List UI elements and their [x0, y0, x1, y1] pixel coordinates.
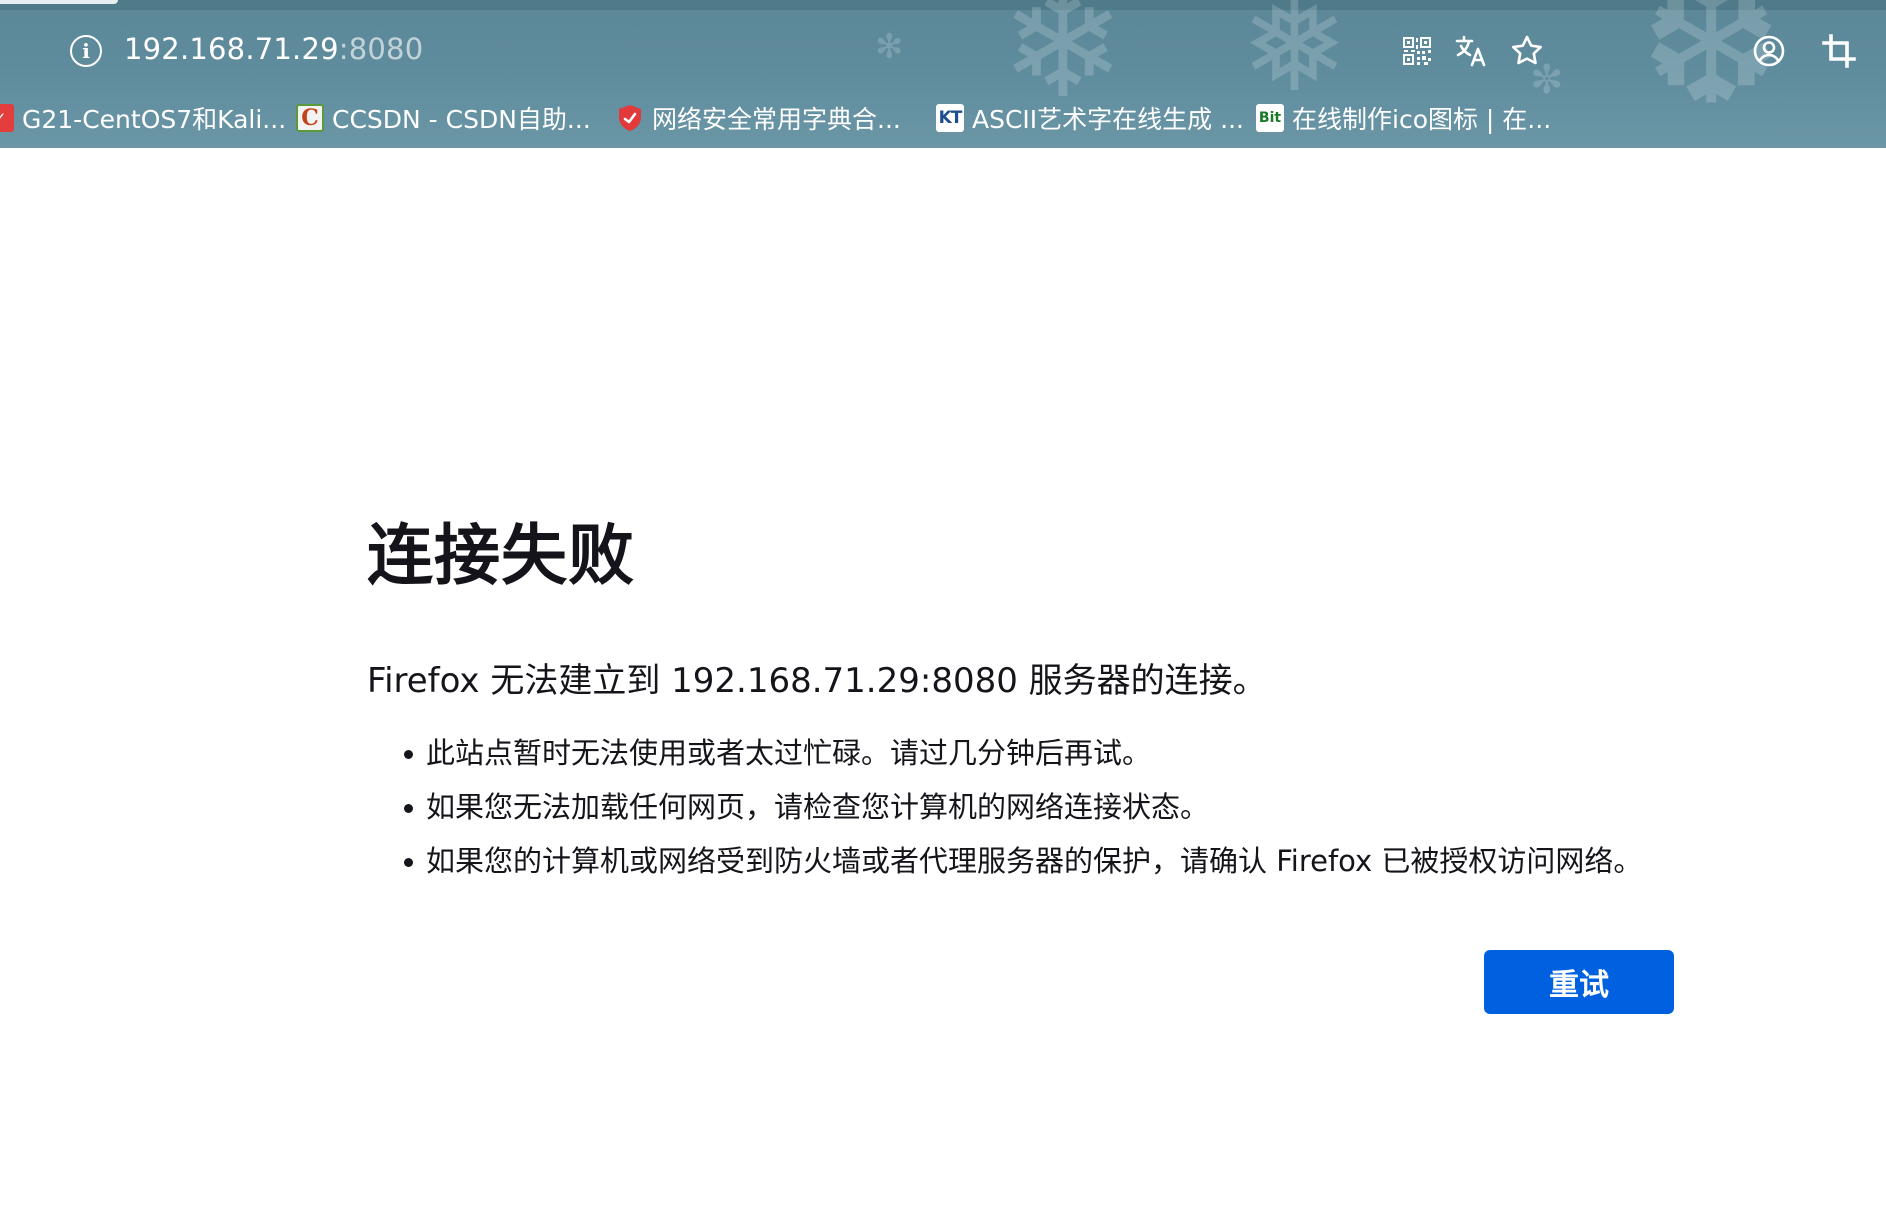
bookmark-label: 在线制作ico图标 | 在...	[1292, 105, 1552, 134]
browser-toolbar: ❄ ❅ ❆ ✻ ✼ i 192.168.71.29:8080 G21-CentO…	[0, 0, 1886, 148]
address-bar[interactable]: i 192.168.71.29:8080	[0, 18, 1886, 84]
bullet-icon	[404, 858, 413, 867]
error-description: Firefox 无法建立到 192.168.71.29:8080 服务器的连接。	[367, 661, 1267, 701]
red-shield-favicon-icon	[616, 104, 644, 132]
bookmark-item[interactable]: 网络安全常用字典合...	[616, 100, 901, 136]
star-icon[interactable]	[1508, 32, 1546, 70]
bookmark-item[interactable]: ✓ G21-CentOS7和Kali...	[0, 100, 286, 136]
tab-strip-edge	[0, 0, 1886, 10]
account-icon[interactable]	[1750, 32, 1788, 70]
bookmark-item[interactable]: C CCSDN - CSDN自助...	[296, 100, 591, 136]
info-icon[interactable]: i	[70, 35, 102, 67]
crop-icon[interactable]	[1820, 32, 1858, 70]
list-item: 如果您的计算机或网络受到防火墙或者代理服务器的保护，请确认 Firefox 已被…	[367, 834, 1642, 888]
bullet-icon	[404, 804, 413, 813]
c-favicon-icon: C	[296, 104, 324, 132]
translate-icon[interactable]	[1452, 32, 1490, 70]
bookmark-label: CCSDN - CSDN自助...	[332, 105, 591, 134]
suggestion-text: 如果您的计算机或网络受到防火墙或者代理服务器的保护，请确认 Firefox 已被…	[426, 844, 1643, 878]
bookmark-label: ASCII艺术字在线生成 ...	[972, 105, 1244, 134]
bookmark-item[interactable]: KT ASCII艺术字在线生成 ...	[936, 100, 1244, 136]
url-host: 192.168.71.29	[124, 32, 339, 66]
bullet-icon	[404, 750, 413, 759]
active-tab-edge[interactable]	[0, 0, 118, 4]
suggestion-text: 此站点暂时无法使用或者太过忙碌。请过几分钟后再试。	[426, 736, 1152, 770]
bookmarks-toolbar: ✓ G21-CentOS7和Kali... C CCSDN - CSDN自助..…	[0, 96, 1886, 142]
suggestion-text: 如果您无法加载任何网页，请检查您计算机的网络连接状态。	[426, 790, 1210, 824]
bit-favicon-icon: Bit	[1256, 104, 1284, 132]
error-title: 连接失败	[367, 517, 635, 594]
bookmark-label: G21-CentOS7和Kali...	[22, 105, 287, 134]
list-item: 如果您无法加载任何网页，请检查您计算机的网络连接状态。	[367, 780, 1642, 834]
qr-code-icon[interactable]	[1398, 32, 1436, 70]
bookmark-label: 网络安全常用字典合...	[652, 105, 901, 134]
kt-favicon-icon: KT	[936, 104, 964, 132]
red-circle-favicon-icon: ✓	[0, 104, 14, 132]
retry-button[interactable]: 重试	[1484, 950, 1674, 1014]
list-item: 此站点暂时无法使用或者太过忙碌。请过几分钟后再试。	[367, 726, 1642, 780]
bookmark-item[interactable]: Bit 在线制作ico图标 | 在...	[1256, 100, 1551, 136]
error-suggestions-list: 此站点暂时无法使用或者太过忙碌。请过几分钟后再试。 如果您无法加载任何网页，请检…	[367, 726, 1642, 888]
url-field[interactable]: 192.168.71.29:8080	[124, 32, 423, 66]
url-port: :8080	[338, 32, 424, 66]
